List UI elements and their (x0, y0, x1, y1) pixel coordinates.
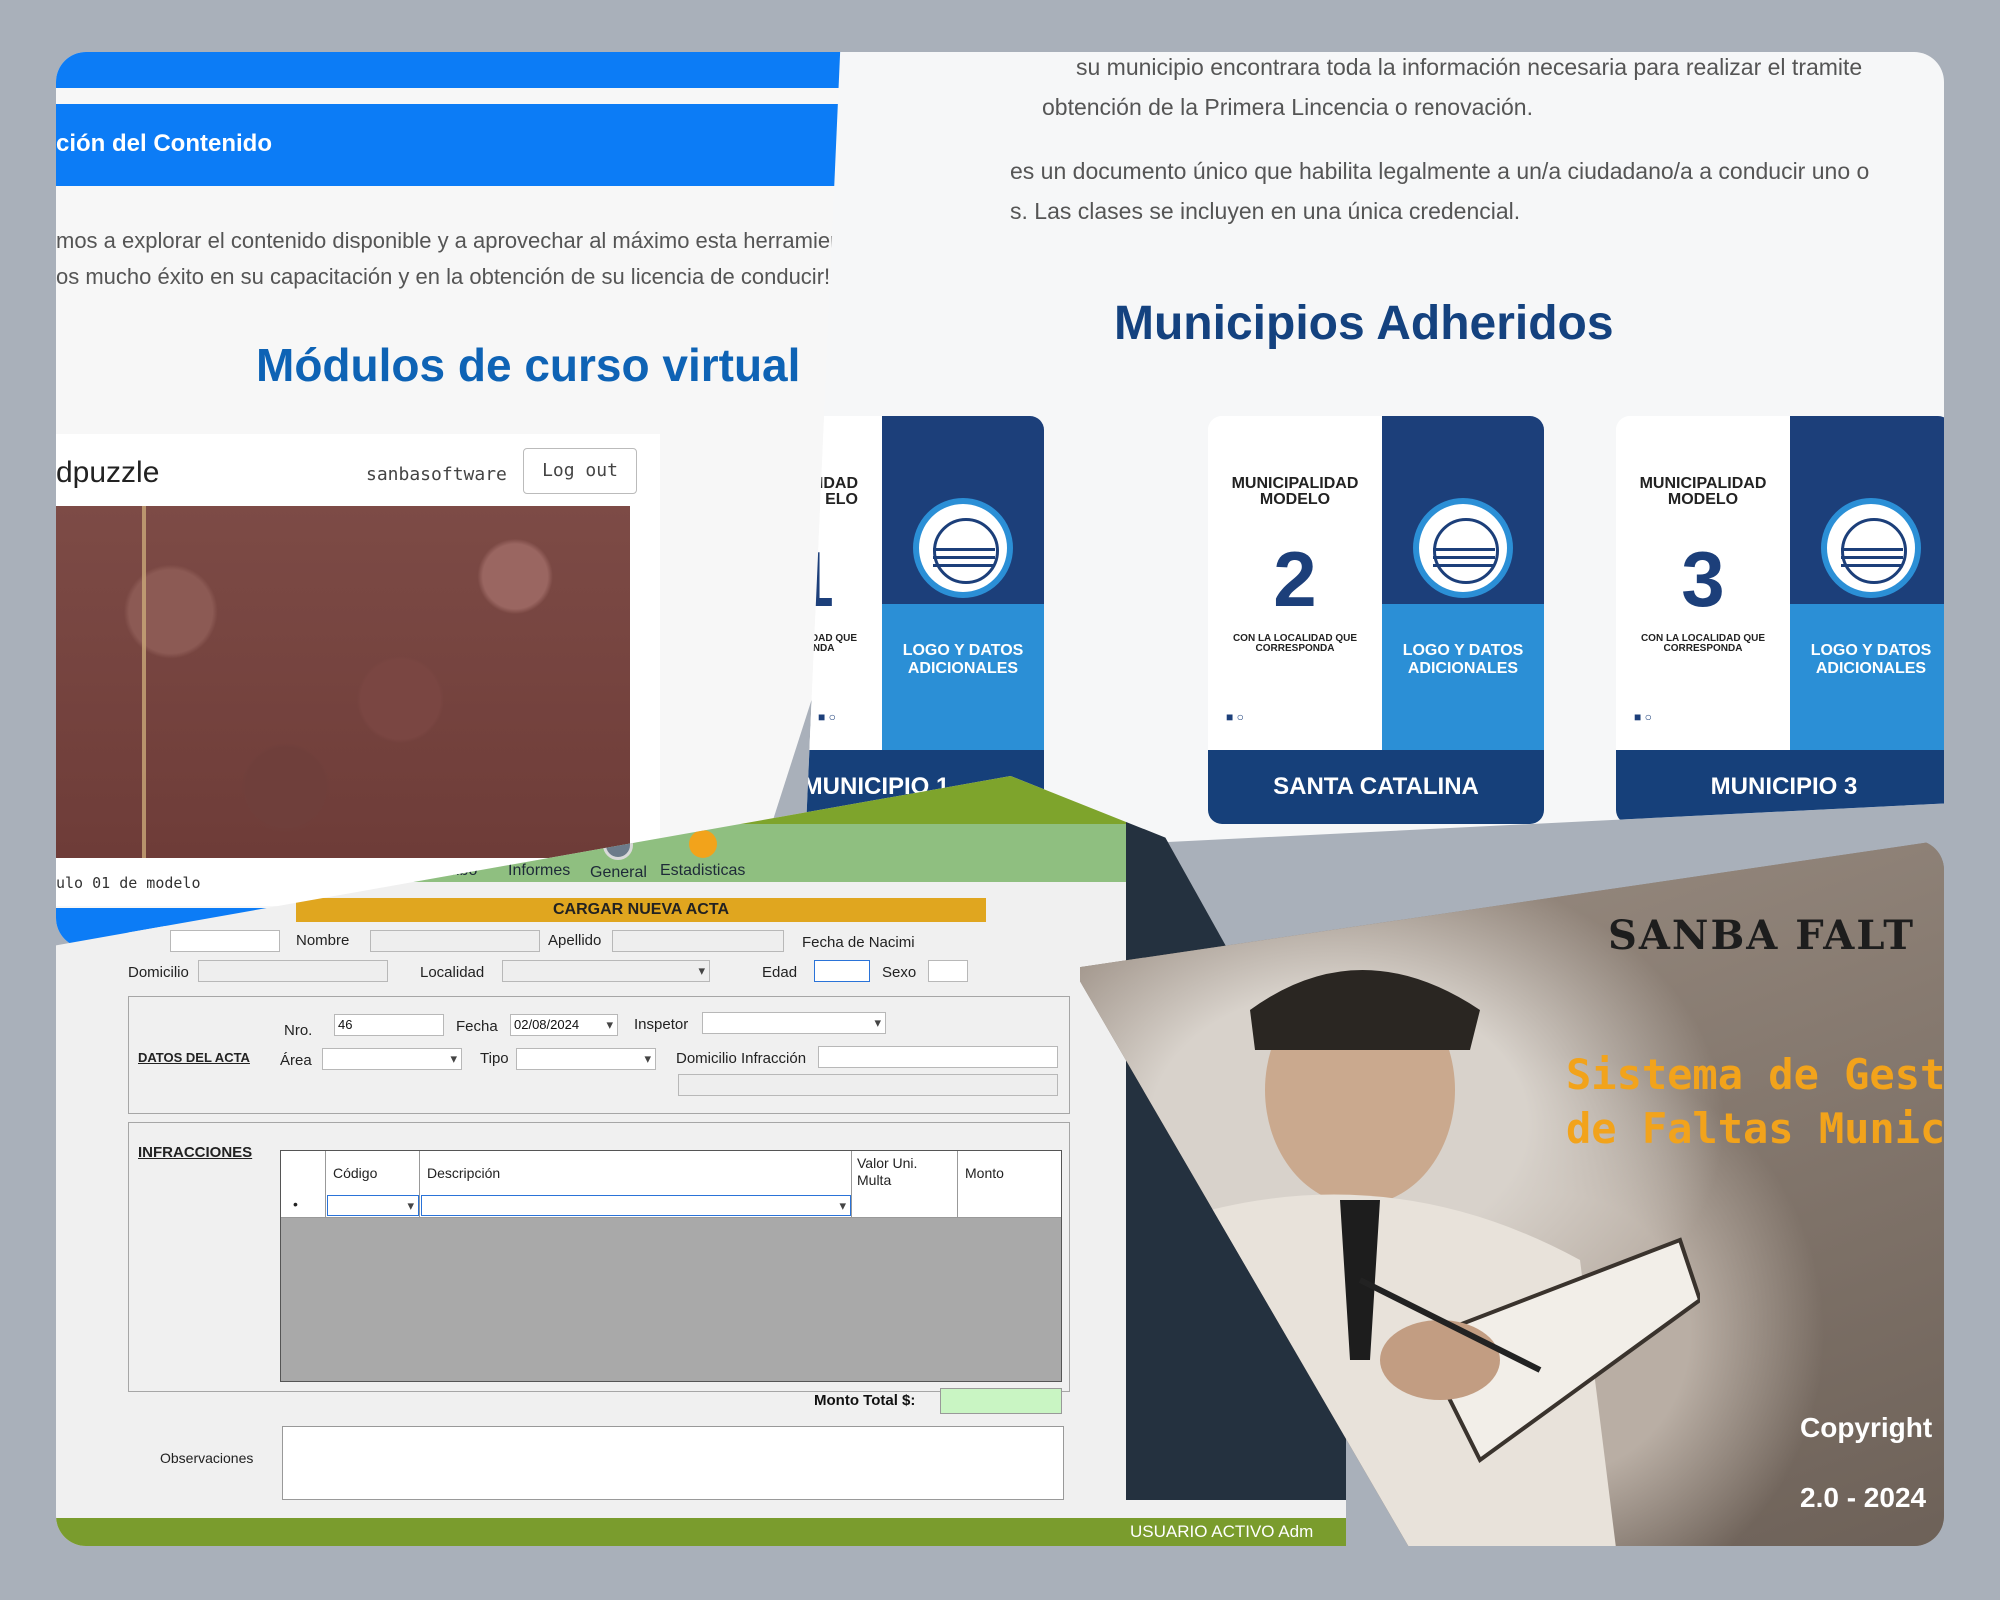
row-marker: • (293, 1196, 298, 1212)
fecha-label: Fecha (456, 1018, 498, 1035)
active-user-status: USUARIO ACTIVO Adm (1130, 1522, 1314, 1541)
localidad-label: Localidad (420, 964, 485, 981)
status-bar: USUARIO ACTIVO Adm (56, 1518, 1346, 1546)
sexo-field[interactable] (928, 960, 968, 982)
social-icons: ■ ○ (1226, 710, 1244, 724)
municipio-card-3[interactable]: MUNICIPALIDAD MODELO 3 CON LA LOCALIDAD … (1616, 416, 1944, 824)
version-text: 2.0 - 2024 (1800, 1482, 1927, 1513)
card-name[interactable]: MUNICIPIO 3 (1616, 750, 1944, 824)
embed-logo: dpuzzle (56, 456, 160, 489)
social-icons: ■ ○ (818, 710, 836, 724)
toolbar-estadisticas[interactable]: Estadisticas (660, 830, 745, 880)
officer-cap (1250, 970, 1480, 1050)
card-title: MUNICIPALIDAD MODELO (1231, 475, 1359, 508)
card-title: MUNICIPALIDAD MODELO (1639, 475, 1767, 508)
nombre-label: Nombre (296, 932, 350, 949)
card-subtitle: CON LA LOCALIDAD QUE CORRESPONDA (1232, 633, 1358, 654)
tipo-label: Tipo (480, 1050, 509, 1067)
seal-icon (913, 498, 1013, 598)
social-icons: ■ ○ (1634, 710, 1652, 724)
tipo-select[interactable] (516, 1048, 656, 1070)
infracciones-title: INFRACCIONES (138, 1144, 253, 1161)
cargar-nueva-acta-bar[interactable]: CARGAR NUEVA ACTA (296, 898, 986, 922)
card-logo-text: LOGO Y DATOS ADICIONALES (1810, 642, 1932, 677)
monto-total-field (940, 1388, 1062, 1414)
embed-username: sanbasoftware (366, 464, 507, 485)
splash-title: SANBA FALT (1608, 912, 1915, 959)
col-monto[interactable]: Monto (965, 1165, 1004, 1181)
col-codigo[interactable]: Código (333, 1165, 377, 1181)
seal-icon (1821, 498, 1921, 598)
descripcion-select[interactable] (421, 1195, 851, 1216)
video-thumbnail[interactable] (56, 506, 630, 858)
observaciones-label: Observaciones (160, 1450, 254, 1466)
codigo-select[interactable] (327, 1195, 419, 1216)
domicilio-infraccion-label: Domicilio Infracción (676, 1050, 807, 1067)
copyright-text: Copyright (1800, 1412, 1933, 1443)
monto-total-label: Monto Total $: (814, 1392, 916, 1409)
localidad-select[interactable] (502, 960, 710, 982)
datos-acta-title: DATOS DEL ACTA (138, 1050, 250, 1065)
area-label: Área (280, 1052, 312, 1069)
observaciones-textarea[interactable] (282, 1426, 1064, 1500)
domicilio-field[interactable] (198, 960, 388, 982)
dni-field[interactable] (170, 930, 280, 952)
stats-chart-icon (688, 830, 717, 858)
intro-text-2: os mucho éxito en su capacitación y en l… (56, 264, 831, 289)
municipios-text-3: es un documento único que habilita legal… (1010, 158, 1870, 184)
table-row[interactable]: • (281, 1195, 1061, 1218)
card-logo-text: LOGO Y DATOS ADICIONALES (1402, 642, 1524, 677)
splash-subtitle: Sistema de Gest de Faltas Munici (1566, 1050, 1944, 1153)
logout-button[interactable]: Log out (523, 448, 637, 494)
inspector-label: Inspetor (634, 1016, 689, 1033)
module-label: ulo 01 de modelo (56, 874, 201, 892)
video-embed: dpuzzle sanbasoftware Log out ulo 01 de … (56, 434, 660, 906)
municipios-text-2: obtención de la Primera Lincencia o reno… (1042, 94, 1533, 120)
seal-icon (1413, 498, 1513, 598)
municipios-heading: Municipios Adheridos (1114, 297, 1614, 350)
edad-label: Edad (762, 964, 798, 981)
card-number: 2 (1273, 535, 1317, 623)
inspector-select[interactable] (702, 1012, 886, 1034)
card-number: 3 (1681, 535, 1725, 623)
nro-field[interactable]: 46 (334, 1014, 444, 1036)
card-logo-text: LOGO Y DATOS ADICIONALES (902, 642, 1024, 677)
card-subtitle: CON LA LOCALIDAD QUE CORRESPONDA (806, 633, 858, 654)
band-title: ción del Contenido (56, 130, 272, 157)
domicilio-label: Domicilio (128, 964, 189, 981)
nro-label: Nro. (284, 1022, 313, 1039)
infracciones-grid[interactable]: Código Descripción Valor Uni. Multa Mont… (280, 1150, 1062, 1382)
municipios-text-1: su municipio encontrara toda la informac… (1076, 54, 1863, 80)
municipio-card-2[interactable]: MUNICIPALIDAD MODELO 2 CON LA LOCALIDAD … (1208, 416, 1544, 824)
card-subtitle: CON LA LOCALIDAD QUE CORRESPONDA (1640, 633, 1766, 654)
nombre-field[interactable] (370, 930, 540, 952)
edad-field[interactable] (814, 960, 870, 982)
municipio-card-1[interactable]: ALIDAD ELO 1 CON LA LOCALIDAD QUE CORRES… (806, 416, 1044, 824)
apellido-label: Apellido (548, 932, 602, 949)
fecha-nacimiento-label: Fecha de Nacimi (802, 934, 915, 951)
municipios-text-4: s. Las clases se incluyen en una única c… (1010, 198, 1521, 224)
col-descripcion[interactable]: Descripción (427, 1165, 500, 1181)
sexo-label: Sexo (882, 964, 917, 981)
col-valor-unitario[interactable]: Valor Uni. Multa (857, 1155, 917, 1189)
fecha-datepicker[interactable]: 02/08/2024 (510, 1014, 618, 1036)
intro-text: mos a explorar el contenido disponible y… (56, 228, 915, 253)
apellido-field[interactable] (612, 930, 784, 952)
domicilio-infraccion-extra[interactable] (678, 1074, 1058, 1096)
card-name[interactable]: SANTA CATALINA (1208, 750, 1544, 824)
municipios-panel: su municipio encontrara toda la informac… (806, 52, 1944, 860)
modules-heading: Módulos de curso virtual (256, 339, 801, 391)
area-select[interactable] (322, 1048, 462, 1070)
officer-hand (1380, 1320, 1500, 1400)
domicilio-infraccion-field[interactable] (818, 1046, 1058, 1068)
